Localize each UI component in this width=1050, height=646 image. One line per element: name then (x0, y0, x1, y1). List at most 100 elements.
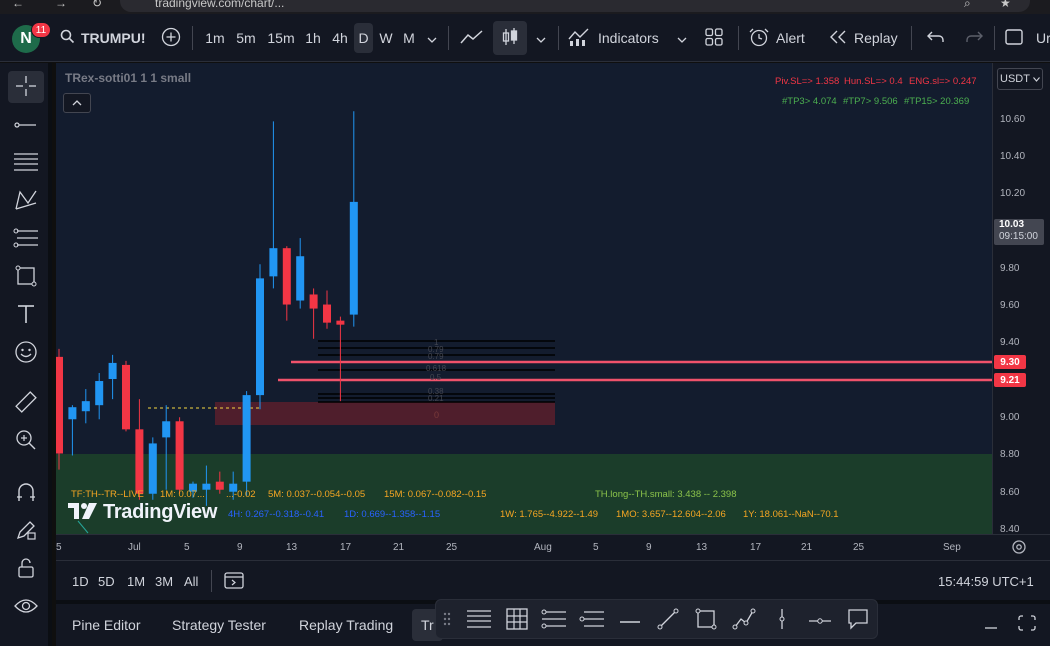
crosshair-tool[interactable] (8, 71, 44, 103)
chart-pane[interactable]: TRex-sotti01 1 1 small Piv.SL=> 1.358 Hu… (56, 63, 992, 534)
fav-vertical-line-tool[interactable] (766, 604, 798, 636)
replay-label: Replay (854, 30, 898, 46)
shapes-tool[interactable] (8, 261, 44, 293)
fav-callout-tool[interactable] (842, 604, 874, 636)
separator (738, 26, 739, 50)
tab-pine-editor[interactable]: Pine Editor (72, 604, 140, 646)
price-axis[interactable]: USDT 10.60 10.40 10.20 10.03 09:15:00 9.… (992, 63, 1050, 535)
tf-15m-text: 15M: 0.067--0.082--0.15 (384, 489, 487, 500)
candles-chart-button[interactable] (493, 21, 527, 55)
line-chart-button[interactable] (456, 14, 488, 62)
price-tick: 9.00 (1000, 412, 1020, 423)
zoom-tool[interactable] (8, 425, 44, 457)
fib-retracement-icon (466, 609, 492, 632)
interval-5m[interactable]: 5m (232, 14, 260, 62)
indicators-button[interactable]: Indicators (568, 14, 664, 62)
legend-title[interactable]: TRex-sotti01 1 1 small (65, 71, 191, 85)
tradingview-watermark[interactable]: TradingView (67, 501, 217, 524)
trend-line-tool[interactable] (8, 109, 44, 141)
separator (448, 26, 449, 50)
search-icon[interactable]: ⌕ (964, 0, 971, 11)
maximize-panel-button[interactable] (1018, 615, 1036, 634)
fav-rectangle-tool[interactable] (690, 604, 722, 636)
price-tick: 8.60 (1000, 487, 1020, 498)
back-icon[interactable]: ← (12, 0, 24, 10)
tf-1mo-text: 1MO: 3.657--12.604--2.06 (616, 509, 726, 520)
fav-fib-extension-tool[interactable] (538, 604, 570, 636)
redo-button[interactable] (960, 14, 988, 62)
reload-icon[interactable]: ↻ (92, 0, 102, 10)
interval-M[interactable]: M (398, 14, 420, 62)
candlestick-chart[interactable] (56, 63, 992, 534)
bookmark-star-icon[interactable]: ★ (1000, 0, 1011, 10)
interval-15m[interactable]: 15m (264, 14, 298, 62)
fav-projection-tool[interactable] (576, 604, 608, 636)
hide-drawings-tool[interactable] (8, 591, 44, 623)
price-tag-upper: 9.30 (994, 355, 1026, 369)
fib-label-05: 0.5 (430, 373, 442, 382)
symbol-search[interactable]: TRUMPU! (60, 14, 146, 62)
magnet-tool[interactable] (8, 477, 44, 509)
fav-path-tool[interactable] (728, 604, 760, 636)
interval-W[interactable]: W (376, 14, 396, 62)
candle-body (323, 304, 331, 323)
currency-selector[interactable]: USDT (997, 68, 1043, 90)
measure-tool[interactable] (8, 387, 44, 419)
prediction-tool[interactable] (8, 223, 44, 255)
address-text: tradingview.com/chart/... (155, 0, 285, 10)
alert-button[interactable]: Alert (748, 14, 814, 62)
layout-grid-icon (705, 27, 723, 49)
fav-grid-tool[interactable] (501, 604, 533, 636)
fav-ray-tool[interactable] (804, 604, 836, 636)
minimize-panel-button[interactable] (984, 616, 998, 633)
tab-replay-trading[interactable]: Replay Trading (299, 604, 393, 646)
drag-handle[interactable] (436, 604, 458, 636)
axis-settings-button[interactable] (1011, 539, 1027, 558)
replay-button[interactable]: Replay (829, 14, 901, 62)
undo-button[interactable] (922, 14, 950, 62)
lock-drawings-tool[interactable] (8, 553, 44, 585)
tf-1m-text: 1M: 0.07... (160, 489, 205, 500)
drawing-mode-tool[interactable] (8, 515, 44, 547)
line-tool-icon (14, 117, 38, 133)
interval-1h[interactable]: 1h (301, 14, 325, 62)
goto-date-button[interactable] (224, 561, 244, 601)
fav-fib-retracement-tool[interactable] (463, 604, 495, 636)
tab-strategy-tester[interactable]: Strategy Tester (172, 604, 266, 646)
compare-symbol-button[interactable] (158, 14, 184, 62)
interval-D[interactable]: D (354, 23, 373, 53)
candle-body (108, 362, 117, 380)
interval-1m[interactable]: 1m (201, 14, 229, 62)
time-axis[interactable]: 5 Jul 5 9 13 17 21 25 Aug 5 9 13 17 21 2… (56, 534, 1050, 560)
fib-tool[interactable] (8, 147, 44, 179)
range-5d[interactable]: 5D (98, 561, 115, 601)
forward-icon[interactable]: → (55, 0, 67, 10)
range-all[interactable]: All (184, 561, 198, 601)
range-1m[interactable]: 1M (127, 561, 145, 601)
clock-timezone[interactable]: 15:44:59 UTC+1 (938, 561, 1034, 601)
price-tick: 8.80 (1000, 449, 1020, 460)
fav-horizontal-line-tool[interactable] (614, 604, 646, 636)
chevron-up-icon (72, 97, 82, 109)
indicators-dropdown[interactable] (674, 14, 690, 62)
separator (994, 26, 995, 50)
favorites-drawing-toolbar (435, 599, 878, 639)
pattern-tool[interactable] (8, 185, 44, 217)
fullscreen-button[interactable] (1002, 14, 1026, 62)
candle-body (175, 421, 184, 490)
interval-4h[interactable]: 4h (327, 14, 353, 62)
currency-label: USDT (1000, 73, 1030, 85)
icons-tool[interactable] (8, 337, 44, 369)
chart-type-dropdown[interactable] (533, 14, 549, 62)
fib-label-021: 0.21 (428, 394, 444, 403)
collapse-legend-button[interactable] (63, 93, 91, 113)
fav-trend-line-tool[interactable] (652, 604, 684, 636)
range-1d[interactable]: 1D (72, 561, 89, 601)
time-tick: 21 (801, 542, 813, 553)
interval-dropdown[interactable] (424, 14, 440, 62)
path-icon (732, 608, 756, 633)
layouts-button[interactable] (700, 14, 728, 62)
range-3m[interactable]: 3M (155, 561, 173, 601)
overflow-label[interactable]: Ur (1036, 14, 1050, 62)
text-tool[interactable] (8, 299, 44, 331)
